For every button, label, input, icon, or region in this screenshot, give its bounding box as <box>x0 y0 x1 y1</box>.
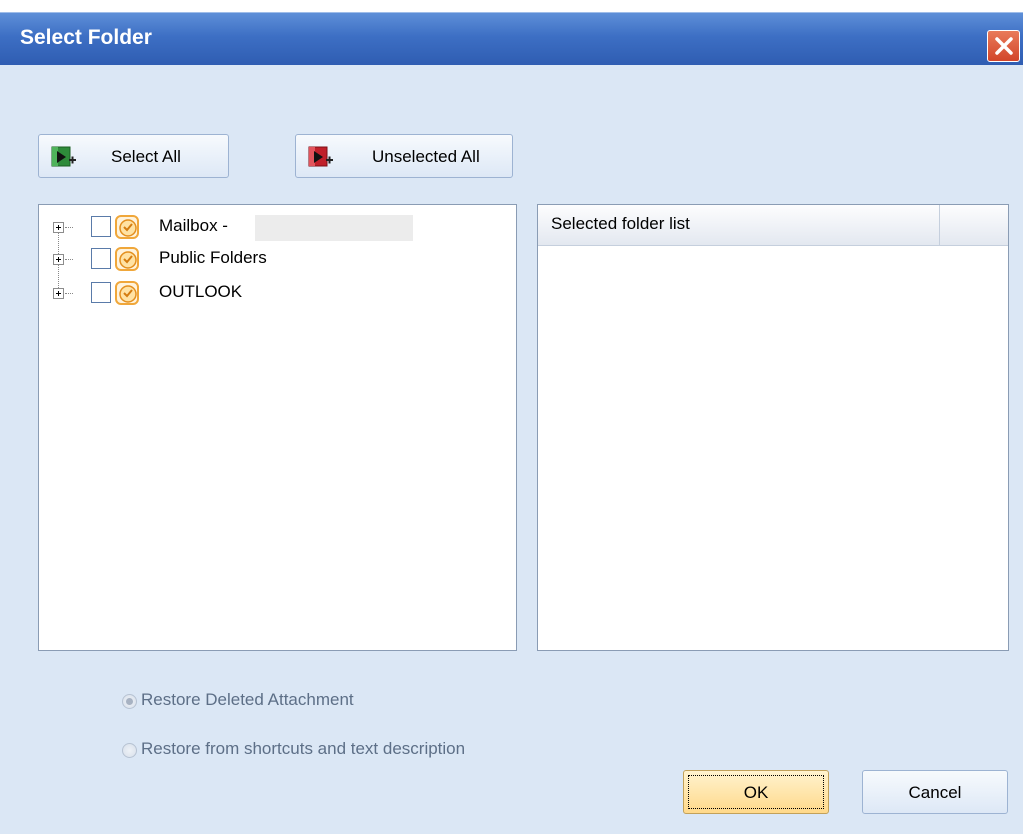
tree-item-public-folders[interactable]: Public Folders <box>53 247 493 275</box>
outlook-checkbox[interactable] <box>91 282 111 303</box>
expand-icon[interactable] <box>53 254 64 265</box>
cancel-label: Cancel <box>908 783 962 802</box>
public-folders-icon <box>115 247 139 271</box>
selected-folder-list[interactable]: Selected folder list <box>537 204 1009 651</box>
restore-from-shortcuts-label[interactable]: Restore from shortcuts and text descript… <box>141 739 465 759</box>
restore-deleted-attachment-radio[interactable] <box>122 694 137 709</box>
title-bar: Select Folder <box>0 12 1023 65</box>
tree-item-label: Public Folders <box>159 248 267 267</box>
tree-item-outlook[interactable]: OUTLOOK <box>53 281 493 309</box>
tree-item-label: OUTLOOK <box>159 282 243 301</box>
cancel-button[interactable]: Cancel <box>862 770 1008 814</box>
expand-icon[interactable] <box>53 222 64 233</box>
restore-deleted-attachment-label[interactable]: Restore Deleted Attachment <box>141 690 354 710</box>
ok-button[interactable]: OK <box>683 770 829 814</box>
tree-item-mailbox[interactable]: Mailbox - <box>53 215 493 243</box>
tree-dots <box>65 227 73 228</box>
public-folders-checkbox[interactable] <box>91 248 111 269</box>
close-button[interactable] <box>987 30 1020 62</box>
select-folder-dialog: Select Folder Select All Unselected All <box>0 0 1023 834</box>
column-header-selected-folder-list[interactable]: Selected folder list <box>551 214 690 234</box>
expand-icon[interactable] <box>53 288 64 299</box>
column-separator[interactable] <box>939 205 940 245</box>
ok-label: OK <box>743 783 769 802</box>
restore-from-shortcuts-radio[interactable] <box>122 743 137 758</box>
unselected-all-label: Unselected All <box>372 147 480 166</box>
tree-dots <box>65 259 73 260</box>
folder-tree[interactable]: Mailbox - Public Folders OUTLOOK <box>38 204 517 651</box>
select-folder-icon <box>51 146 76 167</box>
top-strip <box>0 0 1023 12</box>
window-title: Select Folder <box>20 26 152 49</box>
outlook-folder-icon <box>115 281 139 305</box>
redacted-mailbox-name <box>255 215 413 241</box>
mailbox-checkbox[interactable] <box>91 216 111 237</box>
unselect-folder-icon <box>308 146 333 167</box>
tree-item-label: Mailbox - <box>159 216 228 235</box>
select-all-label: Select All <box>111 147 181 166</box>
select-all-button[interactable]: Select All <box>38 134 229 178</box>
close-icon <box>995 37 1013 55</box>
mailbox-folder-icon <box>115 215 139 239</box>
unselected-all-button[interactable]: Unselected All <box>295 134 513 178</box>
tree-dots <box>65 293 73 294</box>
list-header: Selected folder list <box>538 205 1008 246</box>
